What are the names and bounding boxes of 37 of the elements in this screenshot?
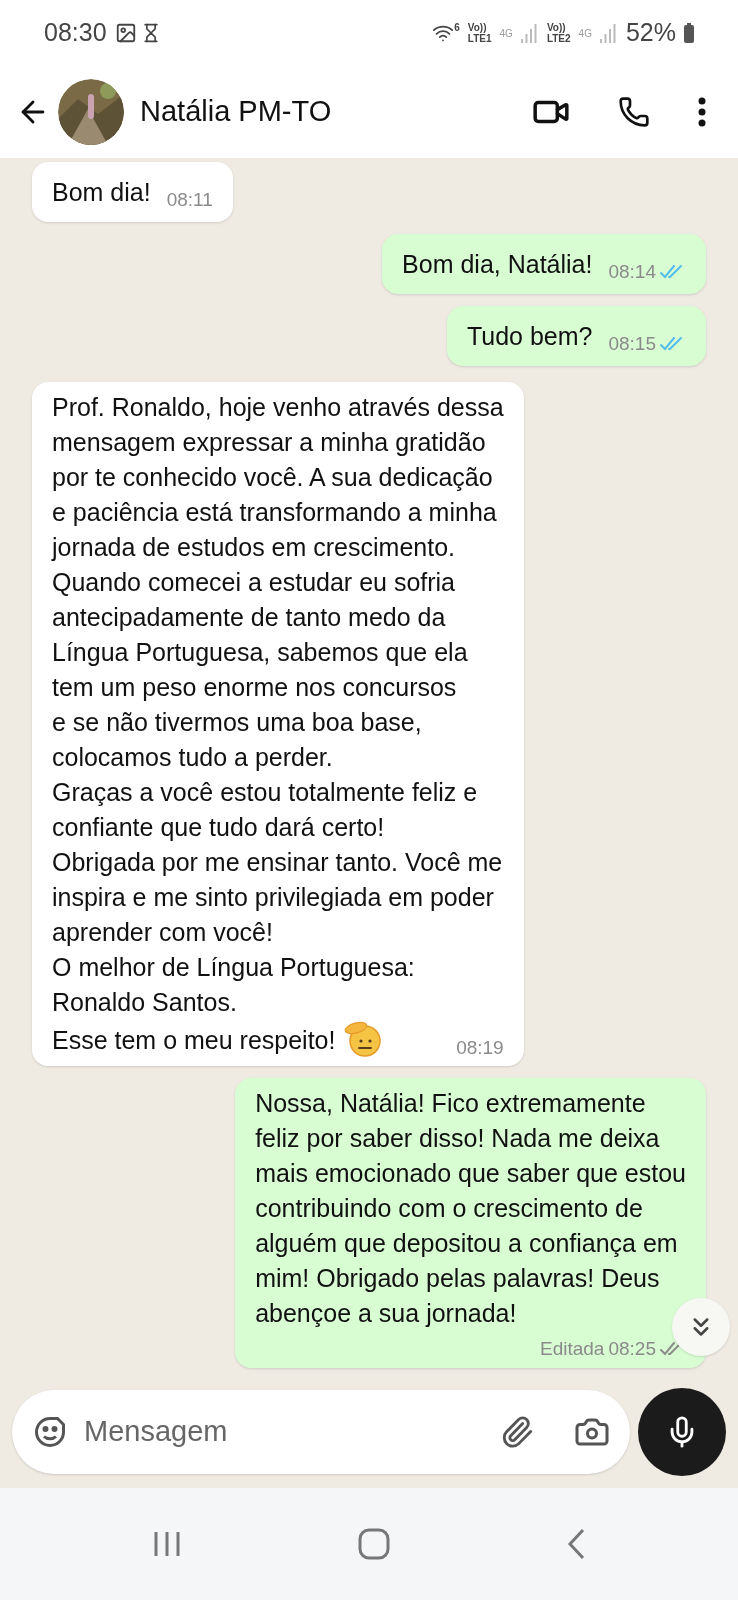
sim-label: Vo)) LTE2 — [546, 22, 571, 44]
back-icon[interactable] — [566, 1528, 586, 1560]
message-time: 08:14 — [608, 259, 656, 284]
message-field[interactable]: Mensagem — [84, 1410, 484, 1454]
call-button[interactable] — [618, 96, 650, 128]
signal-icon — [520, 23, 539, 43]
status-time: 08:30 — [44, 17, 107, 49]
message-input-bar[interactable]: Mensagem — [12, 1390, 630, 1474]
message-time: 08:15 — [608, 331, 656, 356]
network-label: 4G — [499, 26, 513, 41]
home-icon[interactable] — [358, 1528, 390, 1560]
message-time: 08:25 — [608, 1337, 656, 1361]
contact-name[interactable]: Natália PM-TO — [140, 90, 332, 134]
wifi-label: 6 — [454, 20, 460, 35]
message-text: Tudo bem? — [466, 321, 593, 352]
message-text: Bom dia, Natália! — [402, 249, 593, 280]
edited-label: Editada — [540, 1337, 605, 1361]
message-text: Prof. Ronaldo, hoje venho através dessa mensagem expressar a minha gratidão por te conhecido você. A sua dedicação e paciência está transformando a minha jornada de estudos em crescimento. Quando comecei a estudar eu sofria antecipadamente de tanto medo da Língua Portuguesa, sabemos que ela tem um peso enorme nos concursos e se não tivermos uma boa base, colocamos tudo a perder. Graças a você estou totalmente feliz e confiante que tudo dará certo! Obrigada por me ensinar tanto. Você me inspira e me sinto privilegiada em poder aprender com você! O melhor de Língua Portuguesa: Ronaldo Santos. — [52, 392, 504, 1018]
message-text: Nossa, Natália! Fico extremamente feliz por saber disso! Nada me deixa mais emocionado que saber que estou contribuindo com o crescimento de alguém que depositou a confiança em mim! Obrigado pelas palavras! Deus abençoe a sua jornada! — [255, 1088, 686, 1329]
message-text: Bom dia! — [52, 177, 151, 208]
sticker-icon[interactable] — [32, 1414, 68, 1450]
attach-icon[interactable] — [500, 1415, 534, 1449]
phone-icon — [618, 96, 650, 128]
signal-icon — [599, 23, 618, 43]
battery-icon — [684, 23, 694, 43]
sim-label: Vo)) LTE1 — [467, 22, 492, 44]
scroll-down-button[interactable] — [672, 1298, 730, 1356]
menu-icon — [698, 97, 706, 127]
message-time: 08:11 — [166, 187, 213, 212]
network-label: 4G — [578, 26, 592, 41]
battery-label: 52% — [625, 17, 676, 49]
menu-button[interactable] — [698, 97, 706, 127]
saluting-face-icon — [343, 1020, 384, 1058]
image-icon — [114, 22, 137, 44]
recent-apps-icon[interactable] — [152, 1530, 182, 1558]
message-text: Esse tem o meu respeito! — [52, 1025, 336, 1056]
message-time: 08:19 — [456, 1035, 504, 1060]
